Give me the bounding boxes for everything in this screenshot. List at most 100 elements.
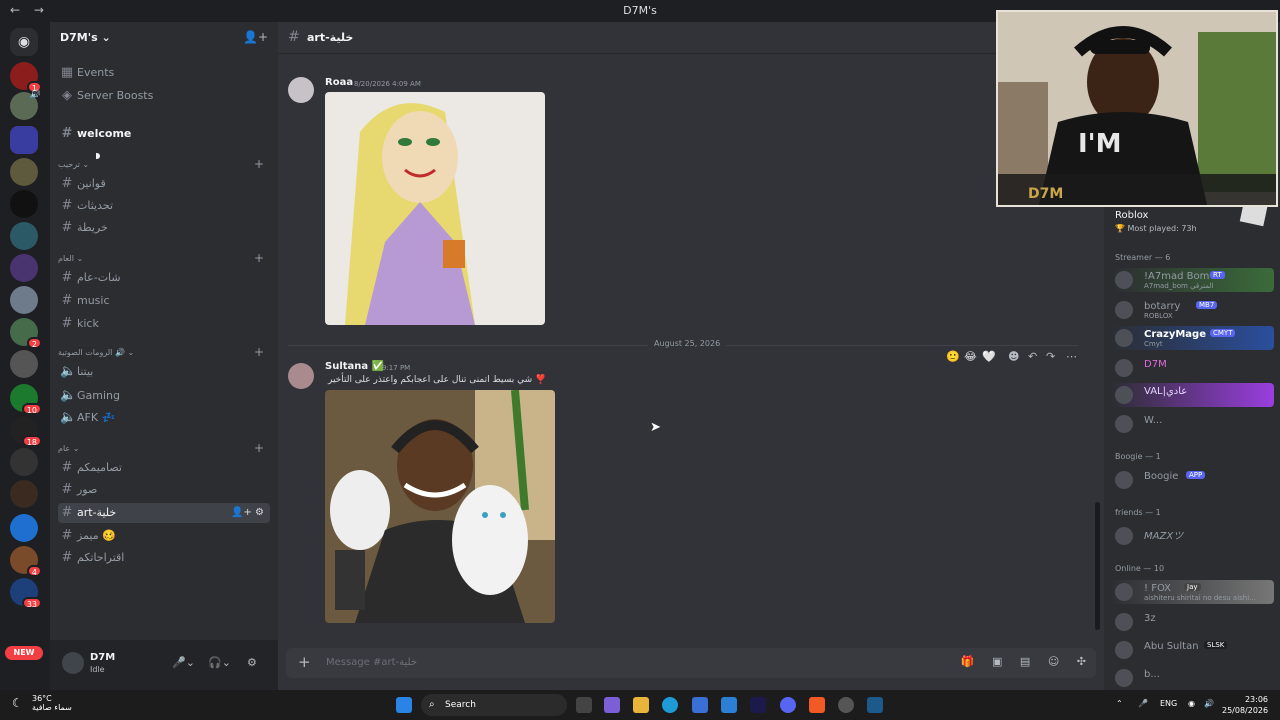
server-icon[interactable]: [10, 448, 38, 476]
channel-art[interactable]: # art-خلية 👤+ ⚙: [58, 503, 270, 523]
server-icon[interactable]: [10, 514, 38, 542]
category-header[interactable]: الرومات الصوتية 🔊 ⌄ +: [58, 345, 270, 360]
channel-updates[interactable]: # تحديثات: [58, 196, 270, 216]
channel-welcome[interactable]: # welcome: [58, 124, 270, 144]
task-view-icon[interactable]: [576, 697, 592, 713]
sticker-icon[interactable]: ▤: [1020, 655, 1030, 668]
events-link[interactable]: ▦ Events: [58, 63, 270, 83]
member-item[interactable]: D7M: [1110, 356, 1274, 380]
avatar[interactable]: [288, 77, 314, 103]
windows-start-icon[interactable]: [396, 697, 412, 713]
gift-icon[interactable]: 🎁: [961, 655, 975, 668]
attach-plus-icon[interactable]: +: [298, 653, 311, 671]
channel-suggestions[interactable]: # اقتراحاتكم: [58, 548, 270, 568]
message-author[interactable]: Sultana ✅: [325, 361, 384, 372]
member-item[interactable]: MAZXツ: [1110, 524, 1274, 548]
language-indicator[interactable]: ENG: [1160, 699, 1177, 708]
discord-taskbar-icon[interactable]: [780, 697, 796, 713]
message-input[interactable]: Message #art-خلية: [326, 657, 417, 668]
server-icon[interactable]: 18: [10, 416, 42, 447]
voice-channel[interactable]: 🔈 بيتنا: [58, 362, 270, 382]
avatar[interactable]: [288, 363, 314, 389]
channel-kick[interactable]: # kick: [58, 314, 270, 334]
category-header[interactable]: عام ⌄ +: [58, 441, 270, 456]
member-item[interactable]: 3z: [1110, 610, 1274, 634]
more-options-icon[interactable]: ⋯: [1066, 350, 1077, 363]
message-author[interactable]: Roaa: [325, 77, 353, 88]
server-icon[interactable]: [10, 158, 38, 186]
brave-icon[interactable]: [809, 697, 825, 713]
member-item[interactable]: CrazyMage CMYT Cmyt: [1110, 326, 1274, 350]
category-header[interactable]: ترحيب ⌄ +: [58, 157, 270, 172]
channel-designs[interactable]: # تصاميمكم: [58, 458, 270, 478]
volume-icon[interactable]: 🔊: [1204, 699, 1214, 708]
apps-icon[interactable]: ✣: [1077, 655, 1086, 668]
message-image-attachment[interactable]: [325, 92, 545, 325]
channel-general-chat[interactable]: # شات-عام: [58, 268, 270, 288]
guild-header[interactable]: D7M's ⌄ 👤+: [50, 22, 278, 54]
new-badge[interactable]: NEW: [5, 646, 43, 660]
member-item[interactable]: Boogie APP: [1110, 468, 1274, 492]
microphone-icon[interactable]: 🎤⌄: [172, 656, 195, 669]
member-item[interactable]: b...: [1110, 666, 1274, 690]
avatar[interactable]: [62, 652, 84, 674]
create-channel-icon[interactable]: +: [254, 345, 264, 359]
reaction-emoji-icon[interactable]: 😂: [964, 350, 977, 363]
settings-gear-icon[interactable]: ⚙: [247, 656, 257, 669]
message-image-attachment[interactable]: [325, 390, 555, 623]
emoji-icon[interactable]: ☺: [1048, 655, 1059, 668]
voice-channel-afk[interactable]: 🔈 AFK 💤: [58, 408, 270, 428]
server-icon[interactable]: [10, 190, 38, 218]
store-icon[interactable]: [692, 697, 708, 713]
channel-pics[interactable]: # صور: [58, 480, 270, 500]
server-icon[interactable]: [10, 222, 38, 250]
discord-home-icon[interactable]: ◉: [10, 28, 38, 56]
outlook-icon[interactable]: [721, 697, 737, 713]
channel-map[interactable]: # خريطة: [58, 218, 270, 238]
folder-icon[interactable]: [10, 126, 38, 154]
steam-icon[interactable]: [867, 697, 883, 713]
forward-icon[interactable]: ↷: [1046, 350, 1055, 363]
edge-icon[interactable]: [662, 697, 678, 713]
add-member-icon[interactable]: 👤+: [243, 30, 268, 44]
create-channel-icon[interactable]: +: [254, 441, 264, 455]
reply-icon[interactable]: ↶: [1028, 350, 1037, 363]
microphone-tray-icon[interactable]: 🎤: [1138, 699, 1148, 708]
create-channel-icon[interactable]: +: [254, 251, 264, 265]
server-icon[interactable]: 33: [10, 578, 42, 609]
chat-scrollbar[interactable]: [1095, 502, 1100, 630]
weather-widget[interactable]: ☾ 36°C سماء صافية: [12, 694, 72, 712]
channel-memes[interactable]: # ميمز 🥴: [58, 526, 270, 546]
server-icon[interactable]: [10, 254, 38, 282]
channel-music[interactable]: # music: [58, 291, 270, 311]
premiere-icon[interactable]: [750, 697, 766, 713]
member-item[interactable]: VAL|عادي: [1110, 383, 1274, 407]
gif-icon[interactable]: ▣: [992, 655, 1002, 668]
reaction-heart-icon[interactable]: 🤍: [982, 350, 996, 363]
taskbar-search[interactable]: ⌕ Search: [421, 694, 567, 716]
create-channel-icon[interactable]: +: [254, 157, 264, 171]
category-header[interactable]: العام ⌄ +: [58, 251, 270, 266]
server-boosts-link[interactable]: ◈ Server Boosts: [58, 86, 270, 106]
headphones-icon[interactable]: 🎧⌄: [208, 656, 231, 669]
network-icon[interactable]: ◉: [1188, 699, 1195, 708]
server-icon[interactable]: [10, 480, 38, 508]
add-reaction-icon[interactable]: ☻: [1008, 350, 1019, 363]
channel-settings-icon[interactable]: 👤+ ⚙: [231, 503, 264, 523]
server-icon[interactable]: 1: [10, 62, 42, 93]
server-icon[interactable]: [10, 286, 38, 314]
server-icon[interactable]: 🔊: [10, 90, 41, 120]
member-item[interactable]: !A7mad Bom RT A7mad_bom المترقي: [1110, 268, 1274, 292]
member-item[interactable]: W...: [1110, 412, 1274, 436]
file-explorer-icon[interactable]: [633, 697, 649, 713]
server-icon[interactable]: [10, 350, 38, 378]
server-icon[interactable]: 2: [10, 318, 42, 349]
channel-rules[interactable]: # قوانين: [58, 174, 270, 194]
voice-channel-gaming[interactable]: 🔈 Gaming: [58, 386, 270, 406]
taskbar-clock[interactable]: 23:06 25/08/2026: [1222, 694, 1268, 716]
member-item[interactable]: Abu Sultan SLSK: [1110, 638, 1274, 662]
server-icon[interactable]: 10: [10, 384, 42, 415]
tray-chevron-icon[interactable]: ⌃: [1116, 699, 1123, 708]
app-icon[interactable]: [604, 697, 620, 713]
reaction-emoji-icon[interactable]: 🙂: [946, 350, 960, 363]
